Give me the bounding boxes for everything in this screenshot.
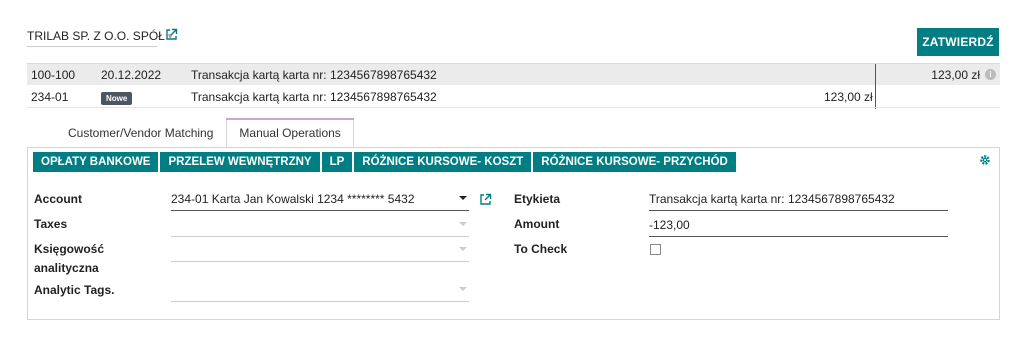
tab-customer-vendor-matching[interactable]: Customer/Vendor Matching <box>55 118 226 147</box>
manual-operations-panel: OPŁATY BANKOWE PRZELEW WEWNĘTRZNY LP RÓŻ… <box>27 147 1000 320</box>
etykieta-field[interactable]: Transakcja kartą karta nr: 1234567898765… <box>649 189 948 211</box>
caret-down-icon[interactable] <box>459 247 467 251</box>
move-amount: 123,00 zł <box>824 90 873 104</box>
analytic-account-field[interactable] <box>171 240 469 262</box>
statement-date: 20.12.2022 <box>101 68 162 82</box>
caret-down-icon[interactable] <box>459 222 467 226</box>
analytic-account-label-2: analityczna <box>34 261 99 275</box>
model-button-lp[interactable]: LP <box>321 152 353 172</box>
amount-label: Amount <box>514 217 560 231</box>
validate-button[interactable]: ZATWIERDŹ <box>917 28 999 56</box>
info-icon[interactable]: i <box>985 69 996 80</box>
taxes-field[interactable] <box>171 215 469 237</box>
to-check-checkbox[interactable] <box>650 244 661 255</box>
company-select-underline <box>27 46 157 47</box>
caret-down-icon[interactable] <box>459 196 467 200</box>
model-button-roznice-przychod[interactable]: RÓŻNICE KURSOWE- PRZYCHÓD <box>533 152 736 172</box>
account-value: 234-01 Karta Jan Kowalski 1234 ******** … <box>171 192 415 206</box>
analytic-account-label-1: Księgowość <box>34 242 105 256</box>
reconcile-models-bar: OPŁATY BANKOWE PRZELEW WEWNĘTRZNY LP RÓŻ… <box>33 152 738 172</box>
tab-manual-operations[interactable]: Manual Operations <box>226 118 355 147</box>
statement-ref: 100-100 <box>31 68 76 82</box>
move-line-row[interactable]: 234-01 Nowe Transakcja kartą karta nr: 1… <box>27 86 1000 108</box>
amount-value: -123,00 <box>649 218 690 232</box>
move-account: 234-01 <box>31 90 69 104</box>
external-link-icon[interactable] <box>165 28 179 42</box>
model-button-przelew-wewnetrzny[interactable]: PRZELEW WEWNĘTRZNY <box>160 152 320 172</box>
company-name: TRILAB SP. Z O.O. SPÓŁ <box>27 29 165 43</box>
account-field[interactable]: 234-01 Karta Jan Kowalski 1234 ******** … <box>171 189 469 211</box>
external-link-icon[interactable] <box>479 193 493 207</box>
company-select[interactable]: TRILAB SP. Z O.O. SPÓŁ ▾ <box>27 28 172 47</box>
tab-bar: Customer/Vendor Matching Manual Operatio… <box>55 118 355 148</box>
statement-amount: 123,00 zł <box>931 68 980 82</box>
caret-down-icon[interactable] <box>459 287 467 291</box>
to-check-label: To Check <box>514 242 568 256</box>
account-label: Account <box>34 192 82 206</box>
statement-line-row[interactable]: 100-100 20.12.2022 Transakcja kartą kart… <box>27 63 1000 109</box>
statement-label: Transakcja kartą karta nr: 1234567898765… <box>191 68 437 82</box>
analytic-tags-field[interactable] <box>171 280 469 302</box>
move-label: Transakcja kartą karta nr: 1234567898765… <box>191 90 437 104</box>
model-button-roznice-koszt[interactable]: RÓŻNICE KURSOWE- KOSZT <box>354 152 532 172</box>
gear-icon[interactable] <box>979 154 991 166</box>
amount-field[interactable]: -123,00 <box>649 215 948 237</box>
model-button-oplaty-bankowe[interactable]: OPŁATY BANKOWE <box>33 152 159 172</box>
etykieta-value: Transakcja kartą karta nr: 1234567898765… <box>649 192 895 206</box>
taxes-label: Taxes <box>34 217 68 231</box>
new-badge: Nowe <box>101 92 133 105</box>
top-bar: TRILAB SP. Z O.O. SPÓŁ ▾ ZATWIERDŹ <box>0 0 1014 62</box>
analytic-tags-label: Analytic Tags. <box>34 283 115 297</box>
etykieta-label: Etykieta <box>514 192 561 206</box>
